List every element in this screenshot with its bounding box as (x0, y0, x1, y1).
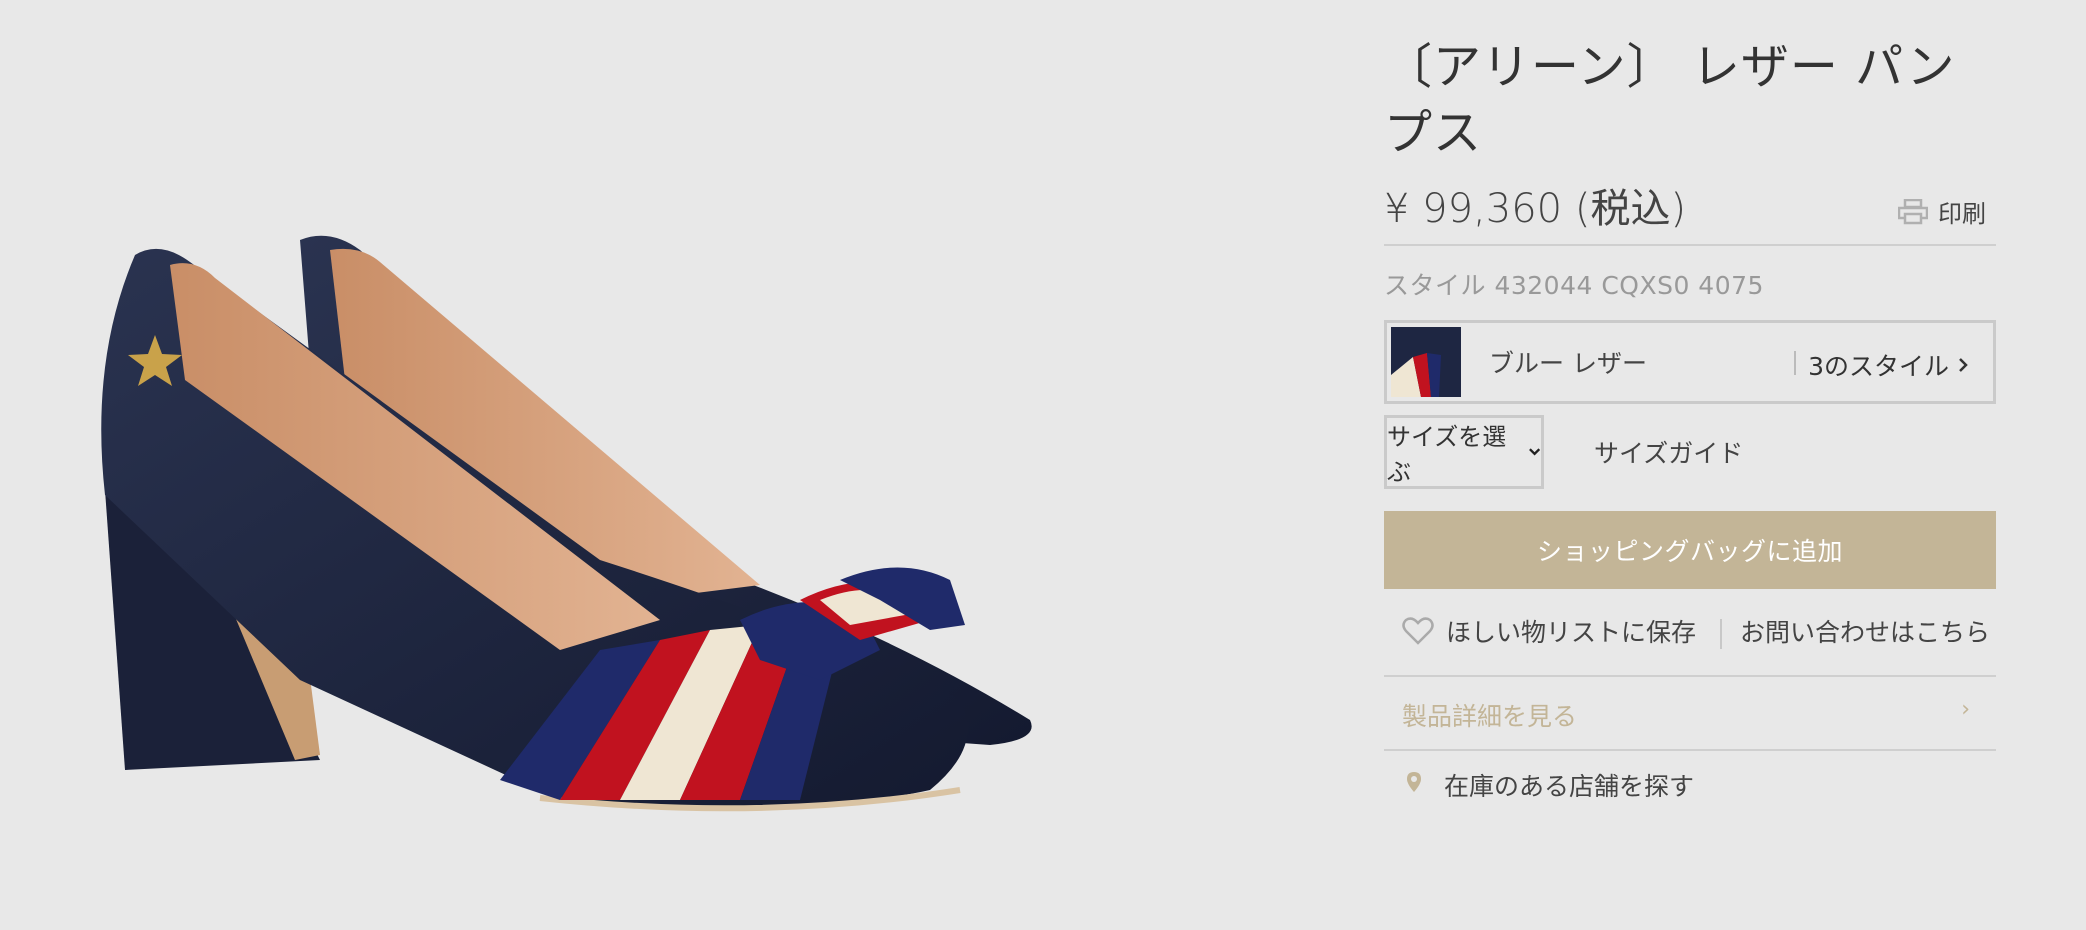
product-details-label: 製品詳細を見る (1402, 702, 1578, 731)
find-in-store-label: 在庫のある店舗を探す (1444, 772, 1695, 801)
variant-selector[interactable]: ブルー レザー 3のスタイル (1384, 320, 1996, 404)
price-row: ¥ 99,360 (税込) 印刷 (1384, 176, 1996, 244)
print-label: 印刷 (1938, 200, 1986, 228)
product-title: 〔アリーン〕 レザー パンプス (1384, 39, 1956, 161)
heart-icon (1402, 617, 1434, 645)
contact-link[interactable]: お問い合わせはこちら (1740, 613, 1990, 649)
chevron-down-icon (1528, 448, 1540, 456)
chevron-right-icon: › (1961, 697, 1970, 722)
printer-icon (1898, 198, 1928, 224)
secondary-actions: ほしい物リストに保存 お問い合わせはこちら (1384, 589, 1996, 675)
divider (1384, 244, 1996, 246)
product-details-toggle[interactable]: 製品詳細を見る › (1384, 675, 1996, 751)
variant-styles-label: 3のスタイル (1808, 352, 1949, 381)
add-to-bag-button[interactable]: ショッピングバッグに追加 (1384, 511, 1996, 589)
chevron-right-icon (1959, 358, 1968, 372)
product-price: ¥ 99,360 (税込) (1384, 186, 1687, 232)
size-select-label: サイズを選ぶ (1387, 423, 1507, 486)
wishlist-button[interactable]: ほしい物リストに保存 (1402, 613, 1696, 649)
variant-styles-link[interactable]: 3のスタイル (1808, 347, 1969, 383)
actions-separator (1720, 619, 1722, 649)
variant-separator (1794, 351, 1796, 375)
variant-thumbnail (1391, 327, 1461, 397)
print-button[interactable]: 印刷 (1898, 194, 1986, 229)
size-guide-link[interactable]: サイズガイド (1594, 434, 1743, 470)
product-info-panel: 〔アリーン〕 レザー パンプス ¥ 99,360 (税込) 印刷 スタイル 43… (1384, 34, 1996, 815)
size-row: サイズを選ぶ サイズガイド (1384, 415, 1996, 489)
product-image (0, 0, 1250, 930)
variant-color-name: ブルー レザー (1489, 349, 1647, 378)
location-pin-icon (1407, 772, 1421, 792)
find-in-store-link[interactable]: 在庫のある店舗を探す (1384, 751, 1996, 815)
wishlist-label: ほしい物リストに保存 (1446, 618, 1697, 647)
style-number: スタイル 432044 CQXS0 4075 (1384, 271, 1764, 300)
size-select[interactable]: サイズを選ぶ (1384, 415, 1544, 489)
